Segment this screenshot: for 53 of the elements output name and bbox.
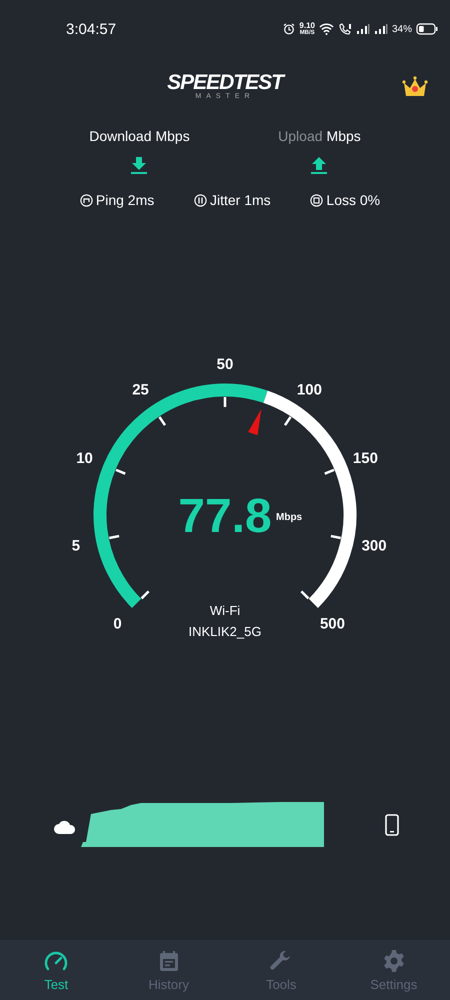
scale-label: 25	[132, 382, 149, 399]
network-name: INKLIK2_5G	[188, 624, 262, 639]
stat-text: Ping 2ms	[96, 192, 154, 208]
note-icon	[80, 194, 93, 206]
clock-time: 3:04:57	[66, 20, 116, 38]
gauge-tick	[330, 534, 341, 540]
gauge-tick	[284, 416, 292, 426]
gauge-needle	[248, 409, 262, 436]
app-logo: SPEEDTEST	[167, 73, 283, 93]
crown-icon[interactable]	[402, 76, 428, 98]
battery-icon	[416, 23, 438, 35]
battery-percent: 34%	[392, 24, 412, 34]
alarm-icon	[283, 23, 296, 35]
calendar-icon	[158, 948, 180, 972]
gauge-tick	[109, 534, 120, 540]
scale-label: 10	[76, 450, 93, 467]
scale-label: 500	[320, 615, 345, 632]
nav-tab[interactable]: Settings	[338, 940, 450, 1000]
direction-label: Upload	[278, 128, 323, 144]
gauge-tick	[300, 590, 310, 600]
settings-icon	[382, 948, 406, 972]
stat-text: Loss 0%	[326, 192, 380, 208]
scale-label: 150	[352, 450, 378, 467]
direction-label: Download	[89, 128, 152, 144]
scale-label: 0	[113, 615, 122, 632]
scale-label: 50	[216, 356, 234, 373]
nav-tab[interactable]: History	[112, 940, 225, 1000]
jitter-icon	[194, 194, 207, 206]
unit-label: Mbps	[326, 128, 361, 144]
download-icon	[130, 156, 148, 174]
stat-text: Jitter 1ms	[210, 192, 271, 208]
scale-label: 5	[72, 538, 80, 555]
network-type: Wi-Fi	[210, 603, 240, 618]
network-speed: 9.10	[299, 22, 315, 30]
gauge-tick	[116, 468, 126, 475]
gauge-tick	[324, 468, 334, 475]
signal-icon	[374, 23, 388, 35]
speed-unit: Mbps	[276, 512, 302, 523]
wifi-icon	[318, 23, 334, 35]
signal-icon	[356, 23, 370, 35]
scale-label: 300	[362, 538, 387, 555]
unit-label: Mbps	[155, 128, 190, 144]
scale-label: 100	[296, 382, 322, 399]
phone-icon	[385, 814, 399, 836]
speed-value: 77.8	[178, 490, 272, 543]
gauge-tick	[158, 416, 166, 426]
upload-icon	[310, 156, 328, 174]
cloud-icon	[53, 819, 77, 835]
nav-tab[interactable]: Tools	[225, 940, 338, 1000]
gauge-tick	[140, 590, 150, 600]
nav-tab[interactable]: Test	[0, 940, 112, 1000]
call-icon	[338, 23, 352, 35]
gauge-tick	[224, 397, 226, 407]
